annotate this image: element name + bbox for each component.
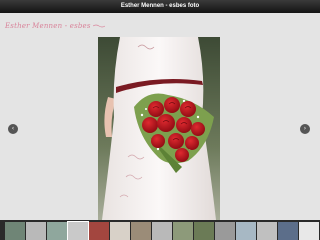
filmstrip-thumbnail[interactable] — [236, 222, 256, 240]
filmstrip-thumbnail[interactable] — [173, 222, 193, 240]
filmstrip-thumbnail[interactable] — [194, 222, 214, 240]
filmstrip-thumbnail[interactable] — [89, 222, 109, 240]
filmstrip-thumbnail[interactable] — [299, 222, 319, 240]
previous-photo-button[interactable]: ‹ — [8, 124, 18, 134]
filmstrip-thumbnail[interactable] — [67, 221, 89, 240]
main-photo[interactable] — [98, 37, 220, 220]
next-photo-button[interactable]: › — [300, 124, 310, 134]
filmstrip-thumbnail[interactable] — [257, 222, 277, 240]
filmstrip-thumbnail[interactable] — [278, 222, 298, 240]
filmstrip-thumbnail[interactable] — [47, 222, 67, 240]
filmstrip-thumbnail[interactable] — [26, 222, 46, 240]
filmstrip-thumbnail[interactable] — [5, 222, 25, 240]
filmstrip-thumbnail[interactable] — [215, 222, 235, 240]
window-title: Esther Mennen - esbes foto — [0, 0, 320, 13]
chevron-left-icon: ‹ — [11, 125, 15, 132]
thumbnail-filmstrip — [0, 220, 320, 240]
filmstrip-thumbnail[interactable] — [131, 222, 151, 240]
wedding-bouquet-photo — [98, 37, 220, 220]
chevron-right-icon: › — [303, 125, 307, 132]
filmstrip-thumbnail[interactable] — [152, 222, 172, 240]
filmstrip-thumbnail[interactable] — [110, 222, 130, 240]
